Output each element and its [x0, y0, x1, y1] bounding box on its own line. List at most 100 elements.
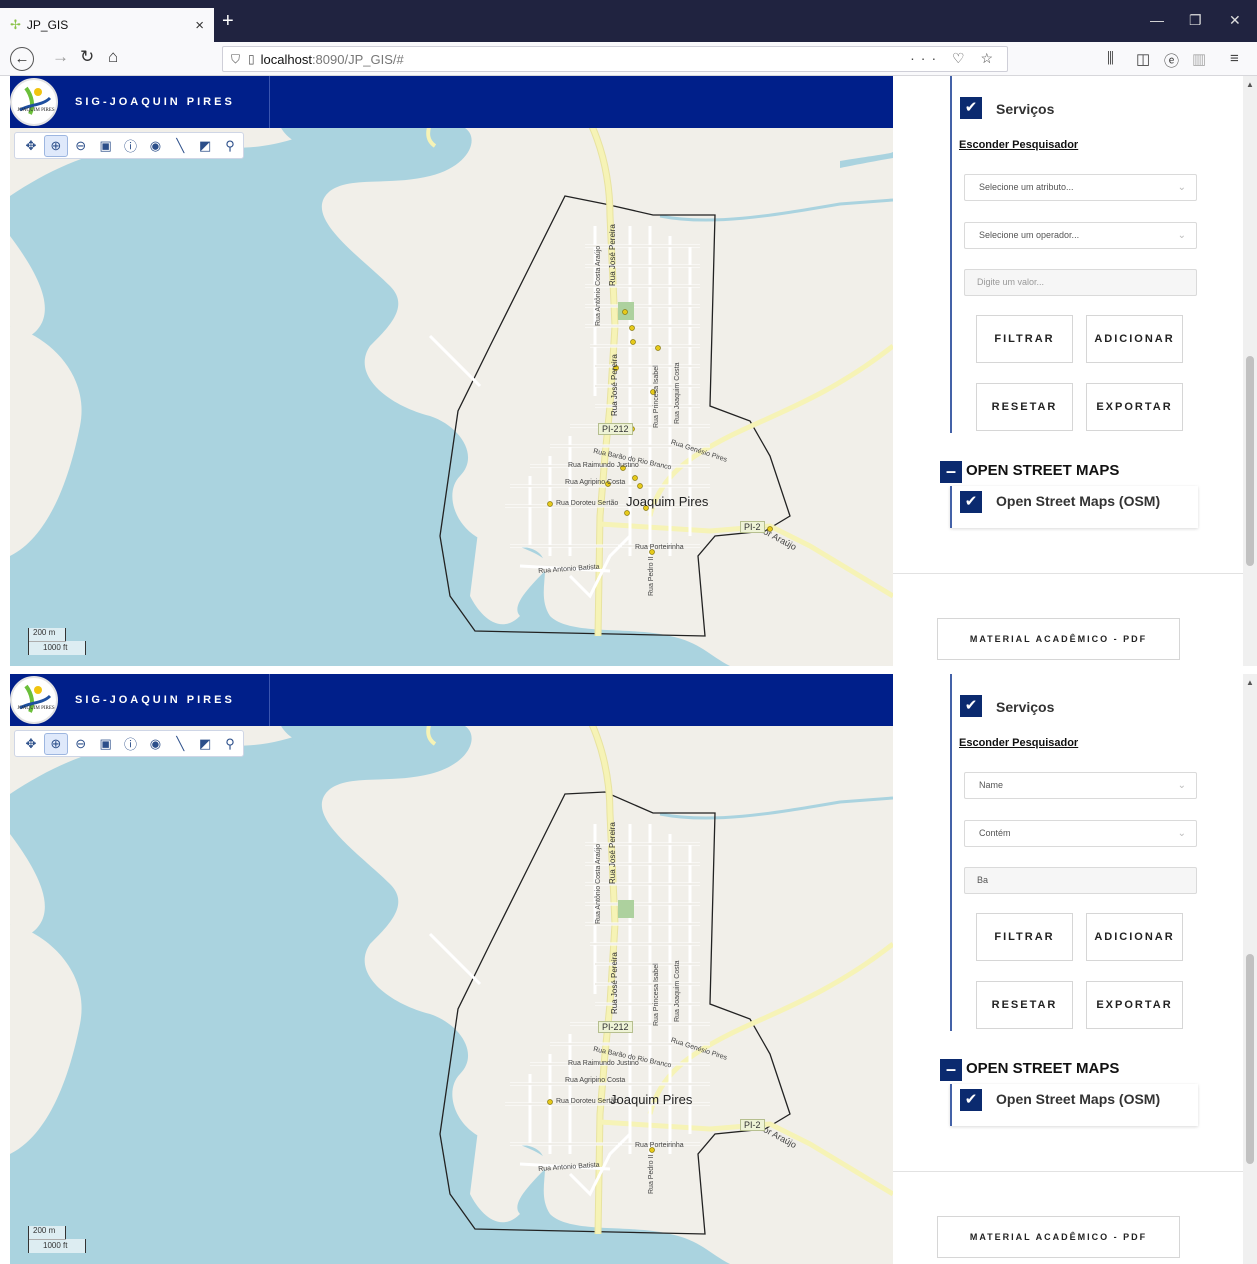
map-canvas[interactable]: Rua Antônio Costa Araújo Rua José Pereir… [10, 674, 893, 1264]
zoom-extent-icon[interactable]: ▣ [94, 135, 118, 157]
location-pin-icon[interactable]: ⚲ [218, 733, 242, 755]
street-label: Rua Agripino Costa [565, 1077, 626, 1084]
value-input[interactable]: Digite um valor... [964, 269, 1197, 296]
query-icon[interactable]: ◉ [143, 733, 167, 755]
sidebar-icon[interactable]: ◫ [1136, 50, 1150, 68]
location-pin-icon[interactable]: ⚲ [218, 135, 242, 157]
scrollbar[interactable]: ▲ [1243, 674, 1257, 1264]
attribute-select[interactable]: Name ⌄ [964, 772, 1197, 799]
reset-button[interactable]: RESETAR [976, 383, 1073, 431]
services-checkbox[interactable]: ✔ [960, 97, 982, 119]
osm-group-title: OPEN STREET MAPS [966, 1060, 1120, 1077]
back-icon[interactable]: ← [10, 47, 34, 71]
attribute-value: Selecione um atributo... [979, 182, 1074, 192]
town-label: Joaquim Pires [610, 1092, 693, 1107]
add-button[interactable]: ADICIONAR [1086, 913, 1183, 961]
tab-title: JP_GIS [26, 18, 69, 32]
scroll-up-icon[interactable]: ▲ [1246, 80, 1254, 89]
identify-icon[interactable]: ⓘ [119, 733, 143, 755]
scrollbar-thumb[interactable] [1246, 954, 1254, 1164]
app-view-top: Rua Antônio Costa Araújo Rua José Pereir… [0, 76, 1257, 666]
browser-tab[interactable]: ✢ JP_GIS × [0, 8, 214, 42]
divider [893, 1171, 1243, 1172]
operator-select[interactable]: Selecione um operador... ⌄ [964, 222, 1197, 249]
town-label: Joaquim Pires [626, 494, 709, 509]
menu-icon[interactable]: ≡ [1230, 50, 1239, 67]
query-icon[interactable]: ◉ [143, 135, 167, 157]
filter-button[interactable]: FILTRAR [976, 913, 1073, 961]
close-window-icon[interactable]: ✕ [1229, 12, 1241, 29]
road-shield: PI-212 [598, 1021, 633, 1033]
osm-layer-row: ✔ Open Street Maps (OSM) [950, 486, 1198, 528]
osm-checkbox[interactable]: ✔ [960, 1089, 982, 1111]
scale-feet: 1000 ft [28, 641, 86, 655]
page-info-icon[interactable]: ▯ [248, 52, 255, 66]
hide-search-link[interactable]: Esconder Pesquisador [959, 139, 1078, 151]
area-icon[interactable]: ◩ [193, 733, 217, 755]
zoom-out-icon[interactable]: ⊖ [69, 135, 93, 157]
street-label: Rua Pedro II [648, 556, 655, 596]
osm-checkbox[interactable]: ✔ [960, 491, 982, 513]
library-icon[interactable]: ⫼ [1107, 50, 1114, 67]
logo-mark-icon [19, 684, 52, 713]
reset-button[interactable]: RESETAR [976, 981, 1073, 1029]
services-checkbox[interactable]: ✔ [960, 695, 982, 717]
zoom-out-icon[interactable]: ⊖ [69, 733, 93, 755]
reader-icon[interactable]: ▥ [1192, 50, 1206, 68]
minimize-icon[interactable]: — [1150, 12, 1164, 28]
url-path: :8090/JP_GIS/# [311, 51, 404, 67]
street-label: Rua Antônio Costa Araújo [595, 843, 602, 924]
collapse-icon[interactable]: – [940, 461, 962, 483]
measure-icon[interactable]: ╲ [168, 733, 192, 755]
attribute-select[interactable]: Selecione um atributo... ⌄ [964, 174, 1197, 201]
zoom-in-icon[interactable]: ⊕ [43, 732, 68, 755]
zoom-in-icon[interactable]: ⊕ [43, 134, 68, 157]
scroll-up-icon[interactable]: ▲ [1246, 678, 1254, 687]
reload-icon[interactable]: ↻ [80, 47, 94, 67]
app-view-bottom: Rua Antônio Costa Araújo Rua José Pereir… [0, 674, 1257, 1264]
hide-search-link[interactable]: Esconder Pesquisador [959, 737, 1078, 749]
street-label: Rua José Pereira [608, 822, 617, 884]
scrollbar-thumb[interactable] [1246, 356, 1254, 566]
app-logo: JOAQUIM PIRES [10, 676, 58, 724]
zoom-extent-icon[interactable]: ▣ [94, 733, 118, 755]
street-label: Rua Joaquim Costa [674, 960, 681, 1022]
filter-button[interactable]: FILTRAR [976, 315, 1073, 363]
collapse-icon[interactable]: – [940, 1059, 962, 1081]
map-canvas[interactable]: Rua Antônio Costa Araújo Rua José Pereir… [10, 76, 893, 666]
home-icon[interactable]: ⌂ [108, 47, 118, 67]
forward-icon[interactable]: → [52, 47, 69, 67]
export-button[interactable]: EXPORTAR [1086, 383, 1183, 431]
osm-label: Open Street Maps (OSM) [996, 1091, 1161, 1107]
pan-icon[interactable]: ✥ [19, 733, 43, 755]
chevron-down-icon: ⌄ [1177, 182, 1186, 193]
street-label: Rua Antônio Costa Araújo [595, 245, 602, 326]
street-label: Rua Pedro II [648, 1154, 655, 1194]
operator-value: Selecione um operador... [979, 230, 1080, 240]
close-tab-icon[interactable]: × [195, 17, 204, 34]
services-layer-box [950, 674, 1202, 1031]
chevron-down-icon: ⌄ [1177, 828, 1186, 839]
tracking-shield-icon[interactable]: ⛉ [231, 52, 240, 67]
url-bar[interactable]: ⛉ ▯ localhost:8090/JP_GIS/# ··· ♡ ☆ [222, 46, 1008, 72]
export-button[interactable]: EXPORTAR [1086, 981, 1183, 1029]
pan-icon[interactable]: ✥ [19, 135, 43, 157]
maximize-icon[interactable]: ❐ [1189, 12, 1202, 29]
account-icon[interactable]: ⓔ [1164, 50, 1179, 71]
operator-select[interactable]: Contém ⌄ [964, 820, 1197, 847]
add-button[interactable]: ADICIONAR [1086, 315, 1183, 363]
area-icon[interactable]: ◩ [193, 135, 217, 157]
page-actions-icon[interactable]: ··· ♡ ☆ [910, 50, 999, 67]
scrollbar[interactable]: ▲ [1243, 76, 1257, 666]
measure-icon[interactable]: ╲ [168, 135, 192, 157]
new-tab-button[interactable]: + [222, 10, 234, 33]
app-title: SIG-JOAQUIN PIRES [75, 694, 235, 706]
street-label: Rua Raimundo Justino [568, 462, 639, 469]
value-input[interactable]: Ba [964, 867, 1197, 894]
services-label: Serviços [996, 699, 1055, 715]
pdf-button[interactable]: MATERIAL ACADÊMICO - PDF [937, 618, 1180, 660]
identify-icon[interactable]: ⓘ [119, 135, 143, 157]
logo-mark-icon [19, 86, 52, 115]
layer-panel: ✔ Serviços Esconder Pesquisador Name ⌄ Co… [893, 674, 1257, 1264]
pdf-button[interactable]: MATERIAL ACADÊMICO - PDF [937, 1216, 1180, 1258]
